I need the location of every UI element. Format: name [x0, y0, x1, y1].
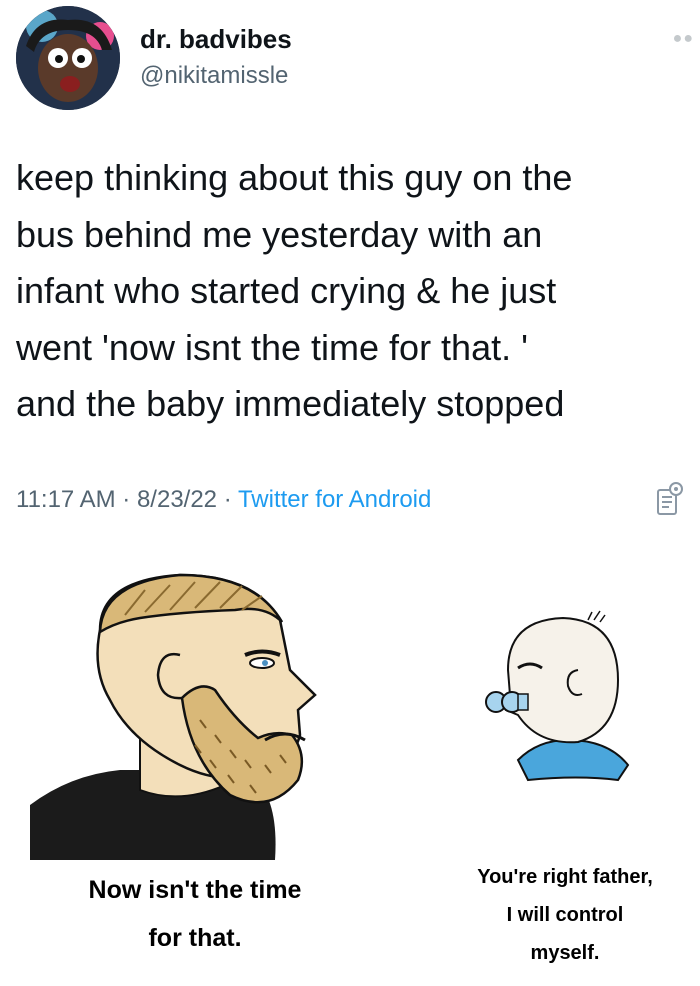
meta-separator: · [115, 486, 137, 513]
tweet-text-line: and the baby immediately stopped [16, 383, 565, 424]
caption-line: You're right father, [477, 866, 653, 888]
meta-separator: · [217, 486, 238, 513]
tweet-date[interactable]: 8/23/22 [137, 486, 217, 513]
meme-father-illustration [30, 560, 330, 860]
tweet-text: keep thinking about this guy on the bus … [16, 150, 696, 433]
display-name[interactable]: dr. badvibes [140, 24, 292, 55]
more-options-icon[interactable]: ●● [673, 30, 694, 48]
caption-line: myself. [530, 942, 600, 964]
tweet-time[interactable]: 11:17 AM [16, 486, 116, 513]
tweet-text-line: bus behind me yesterday with an [16, 213, 543, 255]
user-handle[interactable]: @nikitamissle [140, 62, 288, 90]
tweet-text-line: infant who started crying & he just [16, 270, 557, 311]
caption-line: for that. [148, 924, 242, 952]
avatar-image [16, 6, 120, 110]
tweet-text-line: keep thinking about this guy on the [16, 157, 573, 198]
meme-baby-illustration [468, 590, 658, 800]
caption-line: I will control [506, 904, 624, 926]
tweet-source-link[interactable]: Twitter for Android [238, 486, 431, 513]
tweet-metadata: 11:17 AM · 8/23/22 · Twitter for Android [16, 486, 431, 514]
meme-caption-right: You're right father, I will control myse… [430, 858, 700, 972]
avatar[interactable] [16, 6, 120, 110]
meme-caption-left: Now isn't the time for that. [0, 866, 390, 962]
analytics-icon[interactable] [654, 480, 684, 520]
tweet-text-line: went 'now isnt the time for that. ' [16, 326, 528, 368]
caption-line: Now isn't the time [88, 876, 302, 904]
